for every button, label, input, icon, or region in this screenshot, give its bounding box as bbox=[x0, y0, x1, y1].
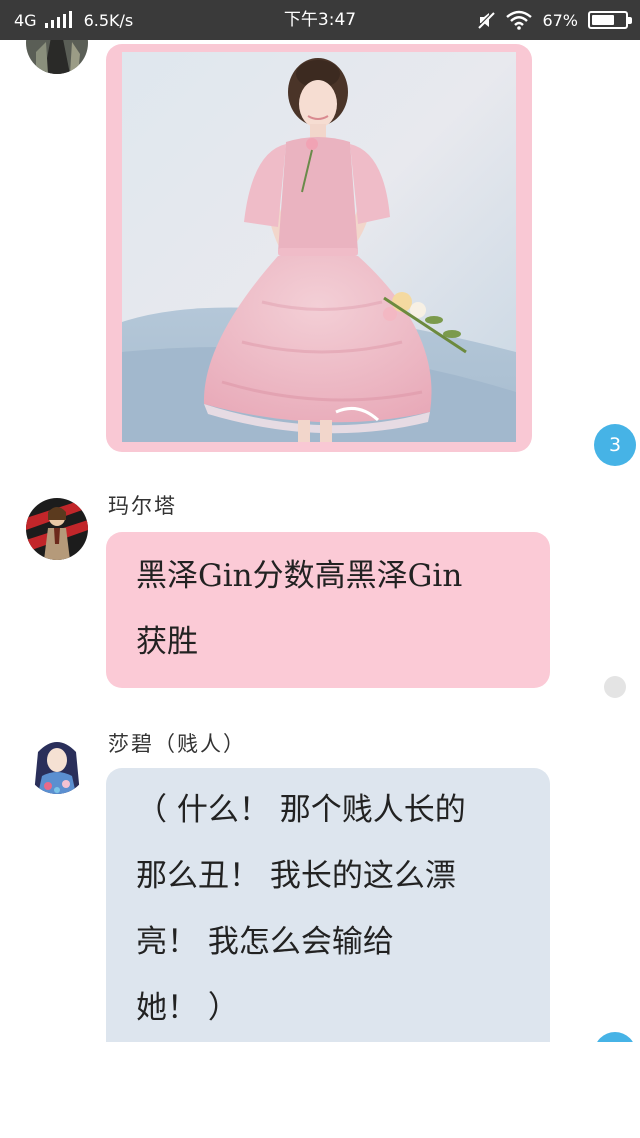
status-right: 67% bbox=[476, 0, 632, 40]
status-bar: 4G 6.5K/s 下午3:47 67% bbox=[0, 0, 640, 40]
battery-icon bbox=[588, 11, 632, 29]
text-message[interactable]: （ 什么！ 那个贱人长的 那么丑！ 我长的这么漂 亮！ 我怎么会输给 她！ ） bbox=[106, 768, 550, 1042]
message-line: 那么丑！ 我长的这么漂 bbox=[136, 858, 456, 894]
avatar[interactable] bbox=[26, 40, 88, 74]
message-line: 她！ ） bbox=[136, 990, 239, 1026]
chat-messages[interactable]: 3 玛尔塔 黑泽Gin分数高黑泽Gin 获胜 莎碧（贱人） （ 什么！ 那个贱人… bbox=[0, 40, 640, 1042]
sender-name: 玛尔塔 bbox=[108, 494, 177, 518]
unread-badge[interactable]: 3 bbox=[594, 424, 636, 466]
avatar[interactable] bbox=[26, 498, 88, 560]
message-line: 亮！ 我怎么会输给 bbox=[136, 924, 394, 960]
message-line: 黑泽Gin分数高黑泽Gin bbox=[136, 558, 463, 594]
mute-icon bbox=[477, 10, 496, 30]
sender-name: 莎碧（贱人） bbox=[108, 732, 246, 756]
battery-level: 67% bbox=[542, 10, 578, 30]
avatar[interactable] bbox=[26, 732, 88, 794]
text-message[interactable]: 黑泽Gin分数高黑泽Gin 获胜 bbox=[106, 532, 550, 688]
scroll-indicator bbox=[604, 676, 626, 698]
message-line: 获胜 bbox=[136, 624, 198, 660]
wifi-icon bbox=[506, 10, 533, 30]
dress-photo[interactable] bbox=[122, 52, 516, 442]
image-message[interactable] bbox=[106, 44, 532, 452]
message-line: （ 什么！ 那个贱人长的 bbox=[136, 792, 466, 828]
unread-badge-partial[interactable] bbox=[594, 1032, 636, 1042]
